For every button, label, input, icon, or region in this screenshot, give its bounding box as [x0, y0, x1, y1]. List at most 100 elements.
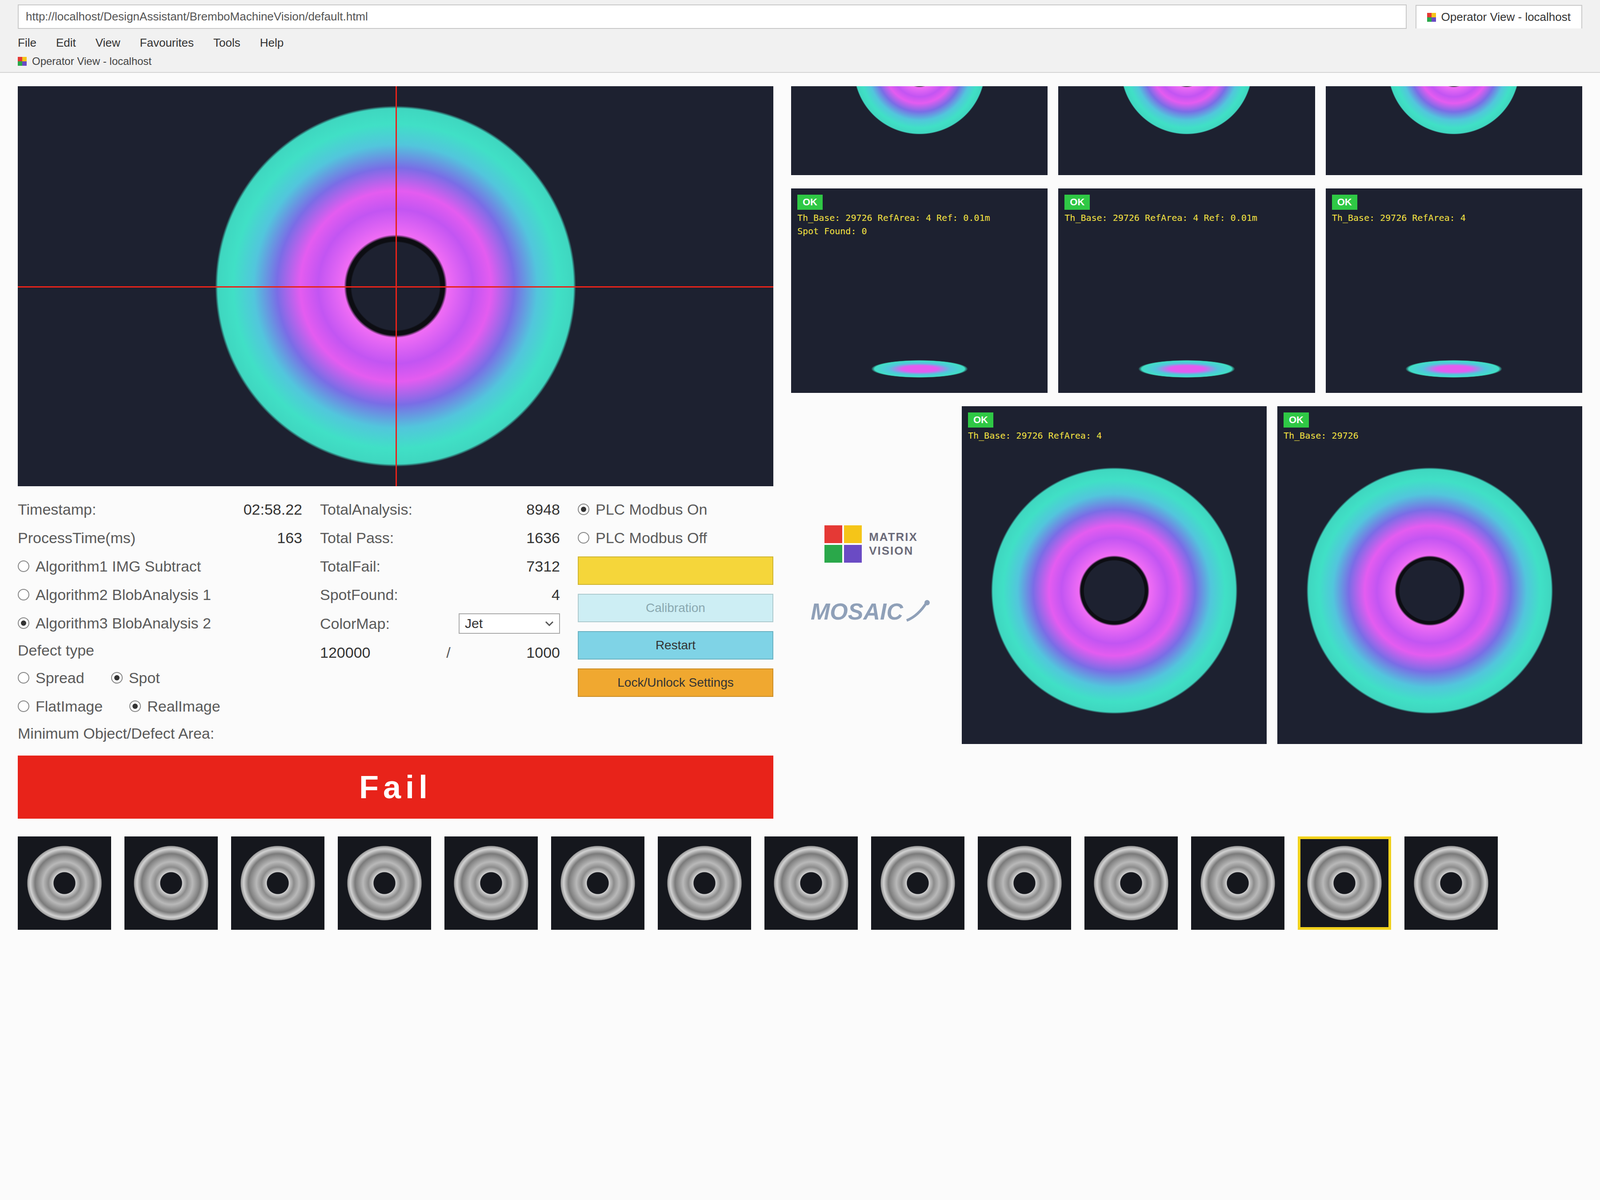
thumbnail[interactable] [337, 836, 432, 930]
view-badge: OK [1283, 412, 1309, 428]
thumbnail[interactable] [17, 836, 112, 930]
matrix-logo: MATRIXVISION [824, 525, 918, 563]
small-camera-view [1058, 86, 1315, 176]
status-row: Timestamp:02:58.22 [17, 499, 303, 520]
plc-radio[interactable]: PLC Modbus On [577, 499, 774, 520]
color-map-label: ColorMap: [320, 615, 390, 633]
tab-title: Operator View - localhost [1441, 10, 1571, 24]
radio-icon[interactable] [111, 672, 123, 684]
ring-area [1283, 443, 1576, 738]
thumbnail[interactable] [977, 836, 1072, 930]
algorithm-radio[interactable]: Algorithm1 IMG Subtract [17, 556, 303, 576]
radio-icon[interactable] [129, 700, 141, 712]
disc-thumbnail [1093, 845, 1169, 921]
color-map-value: Jet [464, 616, 483, 632]
browser-chrome: http://localhost/DesignAssistant/BremboM… [0, 0, 1600, 73]
thumbnail[interactable] [124, 836, 218, 930]
plc-radio[interactable]: PLC Modbus Off [577, 528, 774, 548]
menu-item[interactable]: Favourites [140, 36, 194, 50]
total-value: 8948 [526, 500, 560, 519]
thumbnail[interactable] [1191, 836, 1285, 930]
disc-thumbnail [26, 845, 103, 921]
overlay-text: Th_Base: 29726 RefArea: 4 [1332, 212, 1466, 224]
radio-label: RealImage [147, 697, 220, 716]
thumbnail[interactable] [444, 836, 538, 930]
total-label: TotalAnalysis: [320, 500, 413, 519]
ring-camera-view: OKTh_Base: 29726 RefArea: 4 [961, 406, 1267, 744]
status-value: 163 [276, 529, 303, 547]
favorite-link[interactable]: Operator View - localhost [32, 55, 152, 68]
area-min[interactable]: 1000 [526, 644, 560, 662]
disc-thumbnail [666, 845, 743, 921]
disc-thumbnail [880, 845, 956, 921]
area-max[interactable]: 120000 [320, 644, 371, 662]
overlay-views-row: OKTh_Base: 29726 RefArea: 4 Ref: 0.01mSp… [791, 188, 1583, 393]
disc-heatmap [852, 86, 987, 136]
radio-label: PLC Modbus On [595, 500, 708, 519]
image-type-radio[interactable]: RealImage [129, 696, 220, 716]
disc-heatmap [989, 466, 1239, 716]
overlay-text: Th_Base: 29726 RefArea: 4 Ref: 0.01m [797, 212, 990, 224]
menu-item[interactable]: Tools [213, 36, 241, 50]
swoosh-icon [904, 598, 932, 625]
address-row: http://localhost/DesignAssistant/BremboM… [0, 0, 1600, 34]
radio-label: PLC Modbus Off [595, 529, 708, 547]
thumbnail[interactable] [231, 836, 325, 930]
menu-item[interactable]: Help [260, 36, 284, 50]
color-map-select[interactable]: Jet [458, 613, 560, 634]
thumbnail[interactable] [1404, 836, 1498, 930]
disc-heatmap [1387, 86, 1521, 136]
disc-heatmap [1120, 86, 1254, 136]
radio-label: Algorithm1 IMG Subtract [35, 557, 201, 576]
thumbnail[interactable] [1084, 836, 1178, 930]
view-badge: OK [1064, 194, 1090, 210]
action-button[interactable] [577, 556, 774, 585]
menu-item[interactable]: Edit [56, 36, 76, 50]
thumbnail[interactable] [657, 836, 752, 930]
small-camera-view [791, 86, 1048, 176]
menu-item[interactable]: View [95, 36, 121, 50]
radio-icon[interactable] [17, 700, 30, 712]
total-row: TotalAnalysis: 8948 [320, 499, 560, 520]
matrix-squares-icon [824, 525, 862, 563]
address-field[interactable]: http://localhost/DesignAssistant/BremboM… [17, 4, 1407, 29]
thumbnail[interactable] [764, 836, 858, 930]
radio-icon[interactable] [17, 672, 30, 684]
settings-column: Timestamp:02:58.22 ProcessTime(ms)163 Algo… [17, 499, 303, 743]
thumbnail[interactable] [1297, 836, 1392, 930]
defect-type-label: Defect type [17, 641, 303, 660]
thumbnail[interactable] [551, 836, 645, 930]
thumbnail[interactable] [871, 836, 965, 930]
radio-icon[interactable] [17, 617, 30, 629]
status-row: ProcessTime(ms)163 [17, 528, 303, 548]
favorites-bar: Operator View - localhost [0, 52, 1600, 72]
operator-view-page: http://localhost/DesignAssistant/BremboM… [0, 0, 1600, 1200]
algorithm-radio[interactable]: Algorithm3 BlobAnalysis 2 [17, 613, 303, 633]
action-button[interactable]: Restart [577, 631, 774, 660]
menu-item[interactable]: File [17, 36, 37, 50]
radio-icon[interactable] [17, 588, 30, 601]
disc-thumbnail [133, 845, 209, 921]
overlay-text: Th_Base: 29726 [1283, 430, 1359, 441]
total-label: TotalFail: [320, 557, 381, 576]
ring-camera-view: OK Th_Base: 29726 [1277, 406, 1583, 744]
radio-icon[interactable] [17, 560, 30, 572]
total-row: Total Pass:1636 [320, 528, 560, 548]
defect-type-radio[interactable]: Spot [111, 668, 160, 688]
algorithm-radio[interactable]: Algorithm2 BlobAnalysis 1 [17, 584, 303, 605]
crosshair-vertical [395, 86, 397, 487]
action-button[interactable]: Calibration [577, 593, 774, 623]
image-type-radio[interactable]: FlatImage [17, 696, 103, 716]
status-label: Timestamp: [17, 500, 96, 519]
right-column: OKTh_Base: 29726 RefArea: 4 Ref: 0.01mSp… [791, 86, 1583, 819]
browser-tab[interactable]: Operator View - localhost [1415, 4, 1583, 29]
main-area: Timestamp:02:58.22 ProcessTime(ms)163 Algo… [0, 72, 1600, 832]
defect-type-radio[interactable]: Spread [17, 668, 85, 688]
radio-icon[interactable] [577, 532, 590, 544]
overlay-text: Th_Base: 29726 RefArea: 4 [968, 430, 1102, 441]
overlay-camera-view: OKTh_Base: 29726 RefArea: 4 Ref: 0.01mSp… [791, 188, 1048, 393]
radio-icon[interactable] [577, 503, 590, 516]
action-button[interactable]: Lock/Unlock Settings [577, 668, 774, 697]
disc-thumbnail [240, 845, 316, 921]
disc-thumbnail [773, 845, 849, 921]
